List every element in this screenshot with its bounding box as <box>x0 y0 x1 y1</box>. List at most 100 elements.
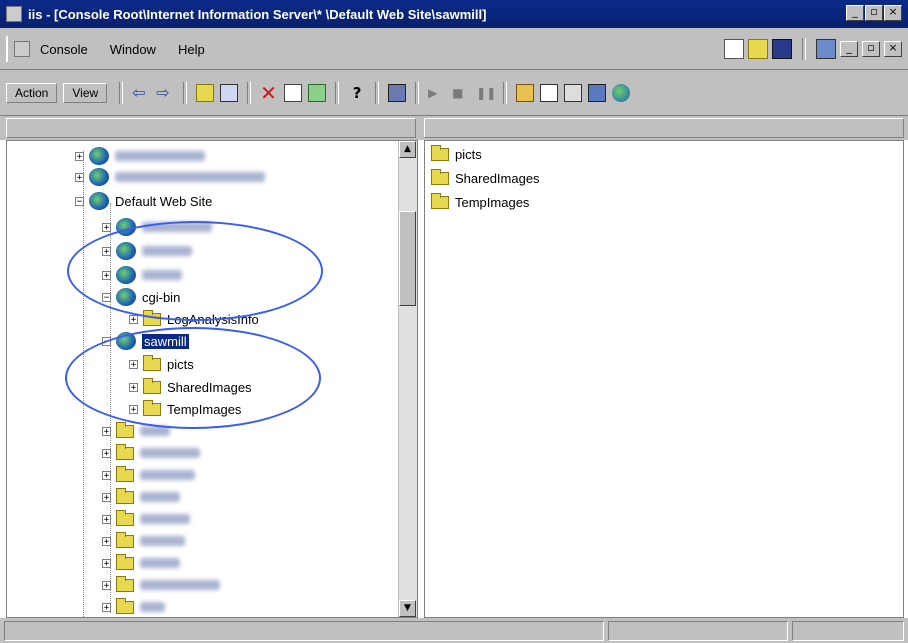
expand-icon[interactable]: + <box>102 492 111 502</box>
tree-scrollbar[interactable]: ▲ ▼ <box>398 141 417 617</box>
maximize-button[interactable]: ▫ <box>865 5 883 21</box>
redacted-label <box>140 492 180 502</box>
expand-icon[interactable]: + <box>129 382 138 392</box>
help-icon[interactable]: ? <box>348 84 366 102</box>
expand-icon[interactable]: + <box>102 536 111 546</box>
expand-icon[interactable]: + <box>102 270 111 280</box>
list-pane[interactable]: picts SharedImages TempImages <box>424 140 904 618</box>
expand-icon[interactable]: + <box>102 448 111 458</box>
collapse-icon[interactable]: − <box>102 336 111 346</box>
expand-icon[interactable]: + <box>102 602 111 612</box>
tree-item-folder[interactable]: + <box>102 553 180 573</box>
tree-item-folder[interactable]: + <box>102 421 170 441</box>
back-arrow-icon[interactable]: ⇦ <box>132 84 150 102</box>
view-menu-button[interactable]: View <box>63 83 108 103</box>
expand-icon[interactable]: + <box>102 558 111 568</box>
server-icon <box>89 147 109 165</box>
toolbar-separator <box>802 38 806 60</box>
tree-item-folder[interactable]: + <box>102 509 190 529</box>
tree-item-default-web-site[interactable]: − Default Web Site <box>75 191 212 211</box>
globe-icon[interactable] <box>612 84 631 102</box>
tree-item-folder[interactable]: + <box>102 465 195 485</box>
delete-icon[interactable]: ✕ <box>260 83 278 103</box>
folder-icon <box>143 377 161 394</box>
stop-icon[interactable]: ■ <box>452 84 470 102</box>
expand-icon[interactable]: + <box>129 404 138 414</box>
tree-item-folder[interactable]: + <box>102 597 165 617</box>
expand-icon[interactable]: + <box>102 580 111 590</box>
console-icon <box>14 41 30 57</box>
tree-item-folder[interactable]: + <box>102 575 220 595</box>
expand-icon[interactable]: + <box>102 514 111 524</box>
network-icon[interactable] <box>588 84 607 102</box>
up-folder-icon[interactable] <box>196 84 215 102</box>
folder-icon <box>116 575 134 592</box>
folder-icon <box>116 421 134 438</box>
console-toolbar: _ ▫ × <box>724 38 902 60</box>
scrollbar-thumb[interactable] <box>399 211 416 306</box>
expand-icon[interactable]: + <box>129 314 138 324</box>
tree-item-folder[interactable]: + <box>102 443 200 463</box>
tree-item-virtual-directory[interactable]: + <box>102 265 182 285</box>
menu-help[interactable]: Help <box>178 42 205 57</box>
show-tree-icon[interactable] <box>220 84 239 102</box>
tree-item-folder[interactable]: + <box>102 487 180 507</box>
folder-icon <box>431 145 449 161</box>
pause-icon[interactable]: ❚❚ <box>476 84 496 102</box>
expand-icon[interactable]: + <box>102 426 111 436</box>
refresh-icon[interactable] <box>308 84 327 102</box>
tree-item-server[interactable]: + <box>75 167 265 187</box>
start-icon[interactable]: ▶ <box>428 84 446 102</box>
tree-item-cgi-bin[interactable]: − cgi-bin <box>102 287 180 307</box>
list-item-sharedimages[interactable]: SharedImages <box>431 169 540 186</box>
expand-icon[interactable]: + <box>102 246 111 256</box>
expand-icon[interactable]: + <box>75 151 84 161</box>
tree-item-server[interactable]: + <box>75 146 205 166</box>
forward-arrow-icon[interactable]: ⇨ <box>156 84 174 102</box>
expand-icon[interactable]: + <box>75 172 84 182</box>
toolbar-separator <box>415 82 420 104</box>
tree-item-loganalysisinfo[interactable]: + LogAnalysisInfo <box>129 309 259 329</box>
open-folder-icon[interactable] <box>748 39 768 59</box>
virtual-directory-icon <box>116 242 136 260</box>
expand-icon[interactable]: + <box>102 222 111 232</box>
tree-item-folder[interactable]: + <box>102 531 185 551</box>
key-manager-icon[interactable] <box>516 84 535 102</box>
child-minimize-button[interactable]: _ <box>840 41 858 57</box>
action-toolbar-items: Action View ⇦ ⇨ ✕ ? ▶ ■ ❚❚ <box>6 80 633 106</box>
scroll-up-arrow-icon[interactable]: ▲ <box>399 141 416 158</box>
tree-item-sawmill[interactable]: − sawmill <box>102 331 189 351</box>
folder-icon <box>431 193 449 209</box>
document-icon[interactable] <box>540 84 559 102</box>
tree-item-virtual-directory[interactable]: + <box>102 241 192 261</box>
minimize-button[interactable]: _ <box>846 5 864 21</box>
expand-icon[interactable]: + <box>129 359 138 369</box>
computer-icon[interactable] <box>388 84 407 102</box>
virtual-directory-icon <box>116 288 136 306</box>
properties-icon[interactable] <box>284 84 303 102</box>
collapse-icon[interactable]: − <box>75 196 84 206</box>
collapse-icon[interactable]: − <box>102 292 111 302</box>
tree-pane[interactable]: + + − Default Web Site + + + − cgi-bin + <box>6 140 418 618</box>
child-restore-button[interactable]: ▫ <box>862 41 880 57</box>
expand-icon[interactable]: + <box>102 470 111 480</box>
tree-item-sharedimages[interactable]: + SharedImages <box>129 377 252 397</box>
menu-console[interactable]: Console <box>40 42 88 57</box>
tree-item-picts[interactable]: + picts <box>129 354 194 374</box>
action-menu-button[interactable]: Action <box>6 83 58 103</box>
menu-window[interactable]: Window <box>110 42 156 57</box>
child-close-button[interactable]: × <box>884 41 902 57</box>
save-icon[interactable] <box>772 39 792 59</box>
list-pane-header <box>424 118 904 138</box>
close-button[interactable]: × <box>884 5 902 21</box>
page-icon[interactable] <box>564 84 583 102</box>
status-cell-main <box>4 621 604 641</box>
new-icon[interactable] <box>724 39 744 59</box>
scroll-down-arrow-icon[interactable]: ▼ <box>399 600 416 617</box>
app-icon <box>6 6 22 22</box>
tree-item-virtual-directory[interactable]: + <box>102 217 212 237</box>
new-window-icon[interactable] <box>816 39 836 59</box>
tree-item-tempimages[interactable]: + TempImages <box>129 399 241 419</box>
list-item-tempimages[interactable]: TempImages <box>431 193 529 210</box>
list-item-picts[interactable]: picts <box>431 145 482 162</box>
